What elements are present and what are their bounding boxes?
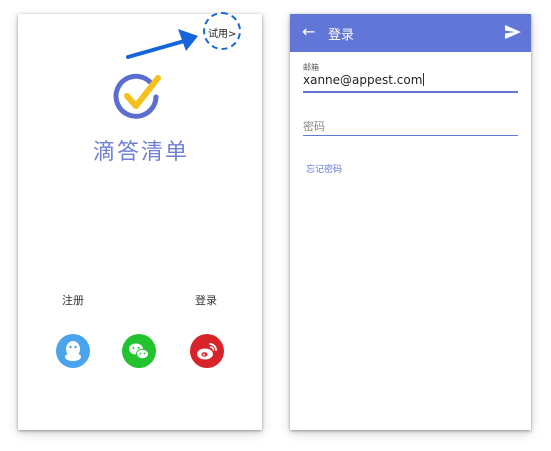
login-screen: ← 登录 邮箱 xanne@appest.com 密码 忘记密码 [290, 14, 531, 430]
password-underline [303, 135, 518, 136]
forgot-password-link[interactable]: 忘记密码 [306, 162, 342, 175]
app-bar: ← 登录 [290, 14, 531, 52]
email-underline [303, 91, 518, 93]
app-logo-icon [113, 73, 161, 119]
email-field[interactable]: xanne@appest.com [303, 73, 425, 87]
wechat-icon [129, 343, 149, 360]
welcome-screen: 试用> 滴答清单 注册 登录 [18, 12, 262, 430]
qq-login-button[interactable] [56, 334, 90, 368]
try-button[interactable]: 试用> [208, 25, 236, 40]
page-title: 登录 [328, 28, 355, 43]
back-arrow-icon[interactable]: ← [302, 22, 315, 41]
register-button[interactable]: 注册 [62, 292, 84, 308]
email-value: xanne@appest.com [303, 73, 423, 87]
qq-icon [65, 341, 81, 361]
wechat-login-button[interactable] [122, 334, 156, 368]
weibo-icon [197, 343, 217, 360]
weibo-login-button[interactable] [190, 334, 224, 368]
send-icon[interactable] [505, 25, 521, 39]
email-label: 邮箱 [303, 63, 319, 72]
text-cursor [423, 73, 425, 86]
login-button[interactable]: 登录 [195, 292, 217, 308]
brand-name: 滴答清单 [92, 140, 189, 165]
password-field[interactable]: 密码 [303, 118, 325, 134]
